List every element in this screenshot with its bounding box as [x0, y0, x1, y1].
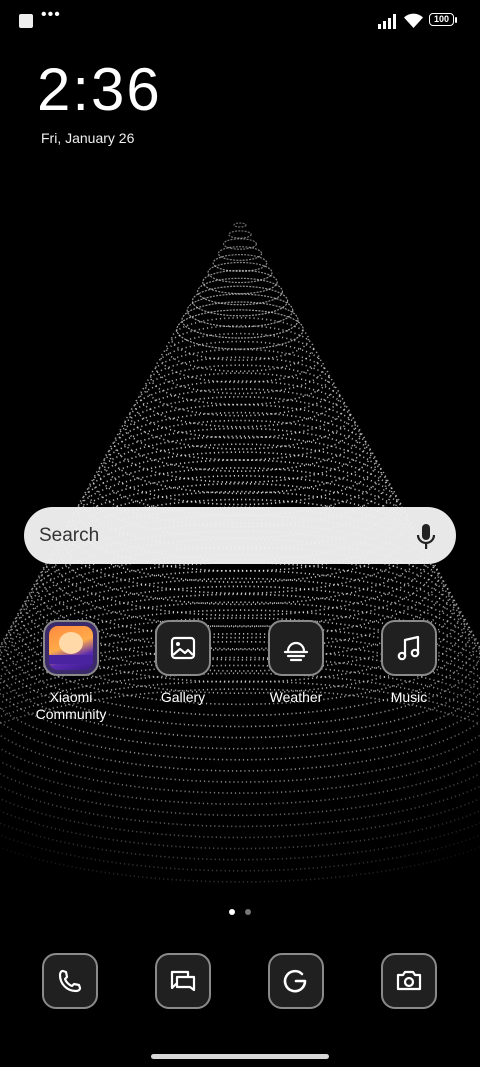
- signal-icon: [378, 14, 396, 29]
- home-gesture-bar[interactable]: [151, 1054, 329, 1059]
- app-weather[interactable]: Weather: [246, 620, 346, 706]
- wifi-icon: [404, 13, 423, 28]
- wallpaper-ring: [144, 356, 336, 417]
- clock-time[interactable]: 2:36: [37, 54, 162, 126]
- app-label: Weather: [269, 689, 323, 705]
- page-indicator-active: [229, 909, 235, 915]
- wallpaper-ring: [170, 316, 310, 361]
- wallpaper-ring: [181, 301, 299, 339]
- camera-icon[interactable]: [381, 953, 437, 1009]
- search-bar[interactable]: Search: [24, 507, 456, 564]
- wallpaper-ring: [124, 388, 356, 461]
- app-xiaomi-community[interactable]: Xiaomi Community: [21, 620, 121, 723]
- app-gallery[interactable]: Gallery: [133, 620, 233, 706]
- xiaomi-community-icon[interactable]: [43, 620, 99, 676]
- wallpaper-ring: [98, 427, 382, 517]
- app-label: Xiaomi Community: [35, 689, 107, 722]
- dock-google[interactable]: [268, 953, 324, 1009]
- app-music[interactable]: Music: [359, 620, 459, 706]
- wallpaper-ring: [191, 285, 289, 317]
- dock-phone[interactable]: [42, 953, 98, 1009]
- status-bar: ••• 100: [0, 0, 480, 42]
- wallpaper-ring: [223, 238, 258, 250]
- phone-icon[interactable]: [42, 953, 98, 1009]
- page-indicator: [245, 909, 251, 915]
- messages-icon[interactable]: [155, 953, 211, 1009]
- dock-camera[interactable]: [381, 953, 437, 1009]
- dock-messages[interactable]: [155, 953, 211, 1009]
- battery-level: 100: [433, 14, 450, 24]
- gallery-icon[interactable]: [155, 620, 211, 676]
- app-label: Gallery: [160, 689, 206, 705]
- more-dots-icon: •••: [41, 6, 61, 23]
- square-notification-icon: [19, 14, 33, 28]
- battery-icon: 100: [429, 13, 459, 28]
- microphone-icon[interactable]: [415, 523, 437, 551]
- google-icon[interactable]: [268, 953, 324, 1009]
- clock-date[interactable]: Fri, January 26: [41, 130, 134, 146]
- music-icon[interactable]: [381, 620, 437, 676]
- wallpaper-ring: [233, 222, 247, 228]
- wallpaper-ring: [228, 230, 252, 239]
- wallpaper-ring: [108, 411, 372, 495]
- search-placeholder: Search: [39, 525, 100, 546]
- app-label: Music: [390, 689, 428, 705]
- weather-icon[interactable]: [268, 620, 324, 676]
